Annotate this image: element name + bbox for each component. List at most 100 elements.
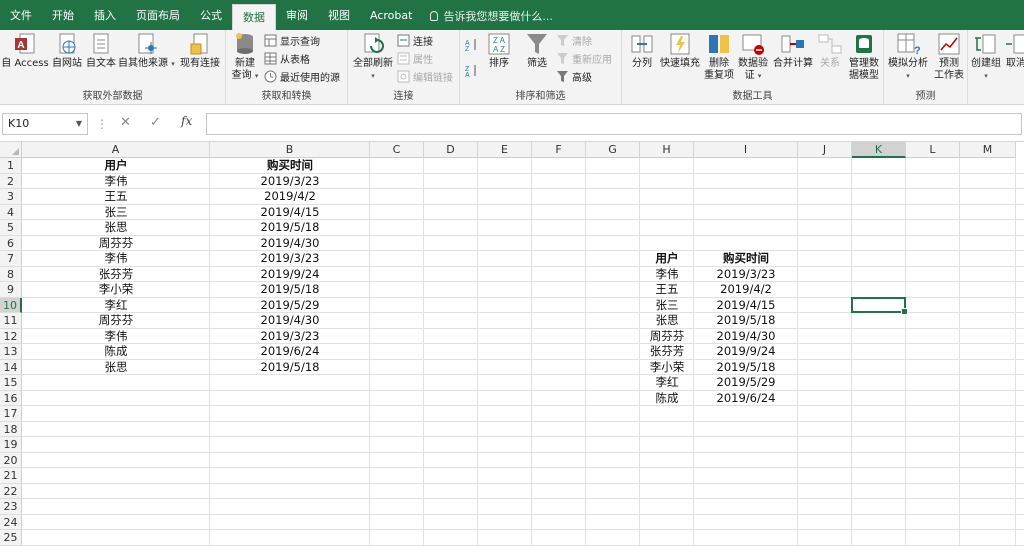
purchase-date-cell[interactable]: 2019/9/24 xyxy=(694,344,798,360)
name-box[interactable]: K10 ▼ xyxy=(2,113,88,135)
sort-ascending-button[interactable]: AZ xyxy=(465,36,481,53)
existing-connections-button[interactable]: 现有连接 xyxy=(177,32,223,70)
group-button[interactable]: 创建组 ▾ xyxy=(970,32,1002,82)
header-cell[interactable]: 购买时间 xyxy=(210,158,370,174)
row-header-3[interactable]: 3 xyxy=(0,189,22,205)
column-header-d[interactable]: D xyxy=(424,142,478,158)
purchase-date-cell[interactable]: 2019/4/30 xyxy=(694,329,798,345)
user-cell[interactable]: 张三 xyxy=(640,298,694,314)
user-cell[interactable]: 李小荣 xyxy=(22,282,210,298)
purchase-date-cell[interactable]: 2019/5/18 xyxy=(210,360,370,376)
refresh-all-button[interactable]: 全部刷新 ▾ xyxy=(351,32,395,82)
column-header-a[interactable]: A xyxy=(22,142,210,158)
tab-insert[interactable]: 插入 xyxy=(84,4,126,28)
user-cell[interactable]: 张思 xyxy=(640,313,694,329)
worksheet-grid[interactable]: A B C D E F G H I J K L M 1 2 3 4 5 6 7 8 9 10 11 12 13 14 15 16 17 18… xyxy=(0,142,1024,546)
row-header-12[interactable]: 12 xyxy=(0,328,22,344)
what-if-analysis-button[interactable]: ? 模拟分析 ▾ xyxy=(886,32,930,82)
purchase-date-cell[interactable]: 2019/5/18 xyxy=(210,220,370,236)
user-cell[interactable]: 李红 xyxy=(640,375,694,391)
row-header-7[interactable]: 7 xyxy=(0,251,22,267)
user-cell[interactable]: 张思 xyxy=(22,220,210,236)
purchase-date-cell[interactable]: 2019/4/2 xyxy=(210,189,370,205)
header-cell[interactable]: 用户 xyxy=(22,158,210,174)
row-header-1[interactable]: 1 xyxy=(0,158,22,174)
tab-page-layout[interactable]: 页面布局 xyxy=(126,4,190,28)
row-header-4[interactable]: 4 xyxy=(0,204,22,220)
select-all-corner[interactable] xyxy=(0,142,22,158)
row-header-14[interactable]: 14 xyxy=(0,359,22,375)
user-cell[interactable]: 王五 xyxy=(640,282,694,298)
chevron-down-icon[interactable]: ▼ xyxy=(76,114,82,134)
user-cell[interactable]: 李伟 xyxy=(22,174,210,190)
confirm-formula-icon[interactable]: ✓ xyxy=(150,115,161,130)
tab-review[interactable]: 审阅 xyxy=(276,4,318,28)
purchase-date-cell[interactable]: 2019/4/30 xyxy=(210,236,370,252)
column-header-k[interactable]: K xyxy=(852,142,906,158)
flash-fill-button[interactable]: 快速填充 xyxy=(659,32,701,70)
sort-descending-button[interactable]: ZA xyxy=(465,62,481,79)
user-cell[interactable]: 陈成 xyxy=(640,391,694,407)
active-cell-selection[interactable] xyxy=(851,296,908,315)
user-cell[interactable]: 李伟 xyxy=(22,329,210,345)
user-cell[interactable]: 张芬芳 xyxy=(22,267,210,283)
user-cell[interactable]: 李伟 xyxy=(640,267,694,283)
row-header-10[interactable]: 10 xyxy=(0,297,22,313)
row-header-23[interactable]: 23 xyxy=(0,499,22,515)
text-to-columns-button[interactable]: 分列 xyxy=(626,32,658,70)
tab-formulas[interactable]: 公式 xyxy=(190,4,232,28)
row-header-2[interactable]: 2 xyxy=(0,173,22,189)
column-header-j[interactable]: J xyxy=(798,142,852,158)
tab-data[interactable]: 数据 xyxy=(232,4,276,30)
from-access-button[interactable]: A 自 Access xyxy=(1,32,49,70)
row-header-8[interactable]: 8 xyxy=(0,266,22,282)
row-header-16[interactable]: 16 xyxy=(0,390,22,406)
purchase-date-cell[interactable]: 2019/9/24 xyxy=(210,267,370,283)
user-cell[interactable]: 李伟 xyxy=(22,251,210,267)
edit-links-button[interactable]: 编辑链接 xyxy=(397,68,453,85)
row-header-21[interactable]: 21 xyxy=(0,468,22,484)
column-header-e[interactable]: E xyxy=(478,142,532,158)
column-header-h[interactable]: H xyxy=(640,142,694,158)
column-header-b[interactable]: B xyxy=(210,142,370,158)
recent-sources-button[interactable]: 最近使用的源 xyxy=(264,68,340,85)
filter-button[interactable]: 筛选 xyxy=(522,32,552,70)
connections-button[interactable]: 连接 xyxy=(397,32,433,49)
user-cell[interactable]: 李红 xyxy=(22,298,210,314)
user-cell[interactable]: 张思 xyxy=(22,360,210,376)
user-cell[interactable]: 周芬芬 xyxy=(22,313,210,329)
tell-me-box[interactable]: 告诉我您想要做什么... xyxy=(430,4,553,28)
purchase-date-cell[interactable]: 2019/4/15 xyxy=(694,298,798,314)
column-header-g[interactable]: G xyxy=(586,142,640,158)
header-cell[interactable]: 购买时间 xyxy=(694,251,798,267)
user-cell[interactable]: 李小荣 xyxy=(640,360,694,376)
cancel-formula-icon[interactable]: ✕ xyxy=(120,115,131,130)
consolidate-button[interactable]: 合并计算 xyxy=(770,32,816,70)
forecast-sheet-button[interactable]: 预测 工作表 xyxy=(932,32,966,82)
purchase-date-cell[interactable]: 2019/6/24 xyxy=(694,391,798,407)
row-header-15[interactable]: 15 xyxy=(0,375,22,391)
column-header-m[interactable]: M xyxy=(960,142,1016,158)
purchase-date-cell[interactable]: 2019/4/2 xyxy=(694,282,798,298)
reapply-filter-button[interactable]: 重新应用 xyxy=(556,50,612,67)
tab-file[interactable]: 文件 xyxy=(0,4,42,28)
column-header-l[interactable]: L xyxy=(906,142,960,158)
row-header-9[interactable]: 9 xyxy=(0,282,22,298)
relationships-button[interactable]: 关系 xyxy=(816,32,844,70)
from-web-button[interactable]: 自网站 xyxy=(50,32,84,70)
purchase-date-cell[interactable]: 2019/3/23 xyxy=(210,251,370,267)
row-header-22[interactable]: 22 xyxy=(0,483,22,499)
user-cell[interactable]: 周芬芬 xyxy=(22,236,210,252)
purchase-date-cell[interactable]: 2019/3/23 xyxy=(210,174,370,190)
column-header-i[interactable]: I xyxy=(694,142,798,158)
row-header-19[interactable]: 19 xyxy=(0,437,22,453)
tab-acrobat[interactable]: Acrobat xyxy=(360,4,422,28)
tab-home[interactable]: 开始 xyxy=(42,4,84,28)
purchase-date-cell[interactable]: 2019/3/23 xyxy=(210,329,370,345)
formula-input[interactable] xyxy=(206,113,1022,135)
column-header-c[interactable]: C xyxy=(370,142,424,158)
purchase-date-cell[interactable]: 2019/5/29 xyxy=(694,375,798,391)
user-cell[interactable]: 张芬芳 xyxy=(640,344,694,360)
user-cell[interactable]: 周芬芬 xyxy=(640,329,694,345)
row-header-5[interactable]: 5 xyxy=(0,220,22,236)
